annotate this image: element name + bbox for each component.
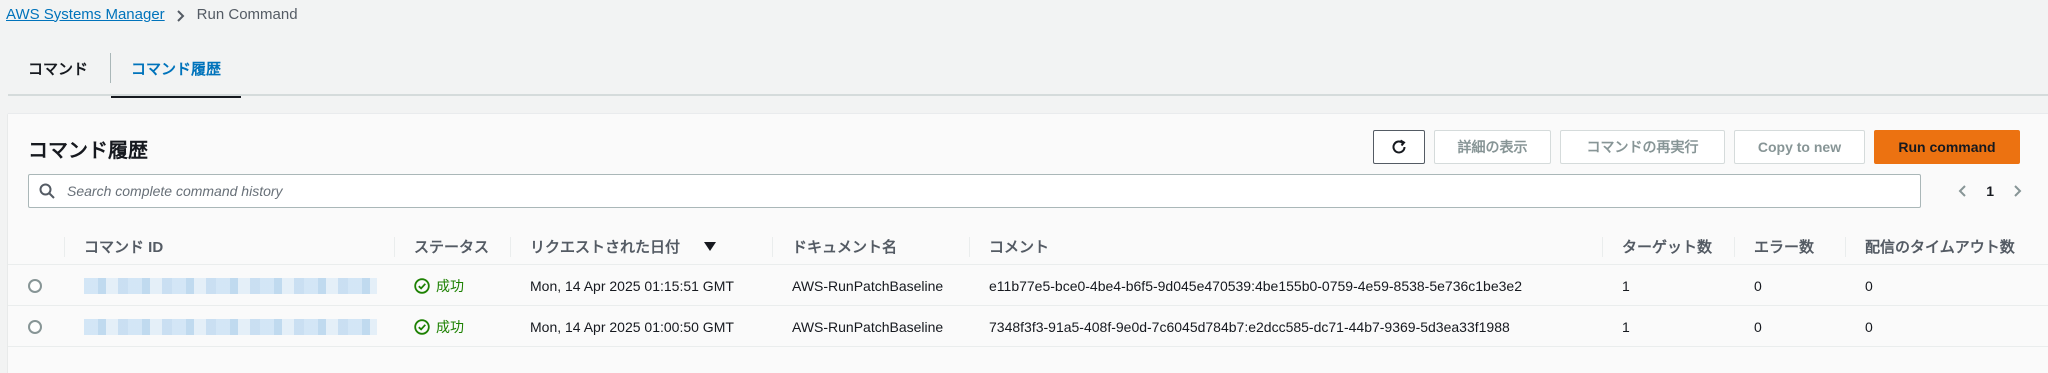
table-row[interactable]: 成功 Mon, 14 Apr 2025 01:00:50 GMT AWS-Run… <box>8 306 2048 347</box>
refresh-button[interactable] <box>1373 130 1425 164</box>
comment-cell: e11b77e5-bce0-4be4-b6f5-9d045e470539:4be… <box>989 277 1522 294</box>
breadcrumb-current: Run Command <box>196 5 298 23</box>
column-header-requested-date[interactable]: リクエストされた日付 <box>510 229 717 265</box>
sort-descending-icon[interactable] <box>704 241 717 252</box>
status-badge: 成功 <box>414 276 464 296</box>
target-count-cell: 1 <box>1622 318 1630 335</box>
column-label: リクエストされた日付 <box>530 239 681 256</box>
search-icon <box>39 183 55 199</box>
column-divider <box>1734 236 1735 257</box>
column-divider <box>772 236 773 257</box>
requested-date-cell: Mon, 14 Apr 2025 01:00:50 GMT <box>530 318 734 335</box>
success-check-icon <box>414 318 430 335</box>
column-divider <box>969 236 970 257</box>
command-history-table: コマンド ID ステータス リクエストされた日付 ドキュメント名 コメント ター… <box>8 229 2048 347</box>
rerun-command-button[interactable]: コマンドの再実行 <box>1560 130 1725 164</box>
requested-date-cell: Mon, 14 Apr 2025 01:15:51 GMT <box>530 277 734 294</box>
view-details-button[interactable]: 詳細の表示 <box>1434 130 1551 164</box>
table-header: コマンド ID ステータス リクエストされた日付 ドキュメント名 コメント ター… <box>8 229 2048 265</box>
column-divider <box>64 236 65 257</box>
column-header-target-count[interactable]: ターゲット数 <box>1602 229 1712 265</box>
table-row[interactable]: 成功 Mon, 14 Apr 2025 01:15:51 GMT AWS-Run… <box>8 265 2048 306</box>
column-header-command-id[interactable]: コマンド ID <box>64 229 163 265</box>
command-history-panel: コマンド履歴 詳細の表示 コマンドの再実行 Copy to new Run co… <box>8 113 2048 373</box>
tab-bar: コマンド コマンド履歴 <box>8 40 2048 98</box>
status-badge: 成功 <box>414 317 464 337</box>
column-header-comment[interactable]: コメント <box>969 229 1049 265</box>
success-check-icon <box>414 277 430 294</box>
column-label: ドキュメント名 <box>792 239 898 256</box>
panel-title: コマンド履歴 <box>28 140 148 162</box>
command-id-redacted[interactable] <box>84 318 377 335</box>
column-header-error-count[interactable]: エラー数 <box>1734 229 1814 265</box>
error-count-cell: 0 <box>1754 277 1762 294</box>
delivery-timeout-cell: 0 <box>1865 318 1873 335</box>
row-select-radio[interactable] <box>28 319 42 334</box>
column-divider <box>1602 236 1603 257</box>
action-toolbar: 詳細の表示 コマンドの再実行 Copy to new Run command <box>1373 130 2020 164</box>
column-divider <box>394 236 395 257</box>
command-id-redacted[interactable] <box>84 277 377 294</box>
document-name-cell: AWS-RunPatchBaseline <box>792 277 944 294</box>
status-text: 成功 <box>436 277 464 294</box>
column-header-status[interactable]: ステータス <box>394 229 489 265</box>
column-header-delivery-timeout-count[interactable]: 配信のタイムアウト数 <box>1845 229 2015 265</box>
error-count-cell: 0 <box>1754 318 1762 335</box>
column-divider <box>1845 236 1846 257</box>
search-input[interactable] <box>65 182 1865 200</box>
page-number[interactable]: 1 <box>1982 183 1998 199</box>
column-label: ターゲット数 <box>1622 239 1713 256</box>
refresh-icon <box>1392 139 1406 154</box>
breadcrumb-link-systems-manager[interactable]: AWS Systems Manager <box>6 6 165 23</box>
document-name-cell: AWS-RunPatchBaseline <box>792 318 944 335</box>
column-label: ステータス <box>414 239 490 256</box>
breadcrumb: AWS Systems Manager Run Command <box>6 3 298 25</box>
chevron-right-icon <box>176 10 185 22</box>
copy-to-new-button[interactable]: Copy to new <box>1734 130 1865 164</box>
column-label: エラー数 <box>1754 239 1815 256</box>
row-select-radio[interactable] <box>28 278 42 293</box>
column-label: コメント <box>989 239 1050 256</box>
status-text: 成功 <box>436 318 464 335</box>
chevron-right-icon[interactable] <box>2010 184 2024 198</box>
column-label: 配信のタイムアウト数 <box>1865 239 2015 256</box>
delivery-timeout-cell: 0 <box>1865 277 1873 294</box>
chevron-left-icon[interactable] <box>1956 184 1970 198</box>
tab-commands[interactable]: コマンド <box>8 40 110 96</box>
pagination: 1 <box>1956 174 2024 208</box>
run-command-button[interactable]: Run command <box>1874 130 2020 164</box>
search-box <box>28 174 1921 208</box>
column-divider <box>510 236 511 257</box>
tab-command-history[interactable]: コマンド履歴 <box>111 40 242 98</box>
comment-cell: 7348f3f3-91a5-408f-9e0d-7c6045d784b7:e2d… <box>989 318 1510 335</box>
column-header-document-name[interactable]: ドキュメント名 <box>772 229 897 265</box>
target-count-cell: 1 <box>1622 277 1630 294</box>
column-label: コマンド ID <box>84 239 164 256</box>
